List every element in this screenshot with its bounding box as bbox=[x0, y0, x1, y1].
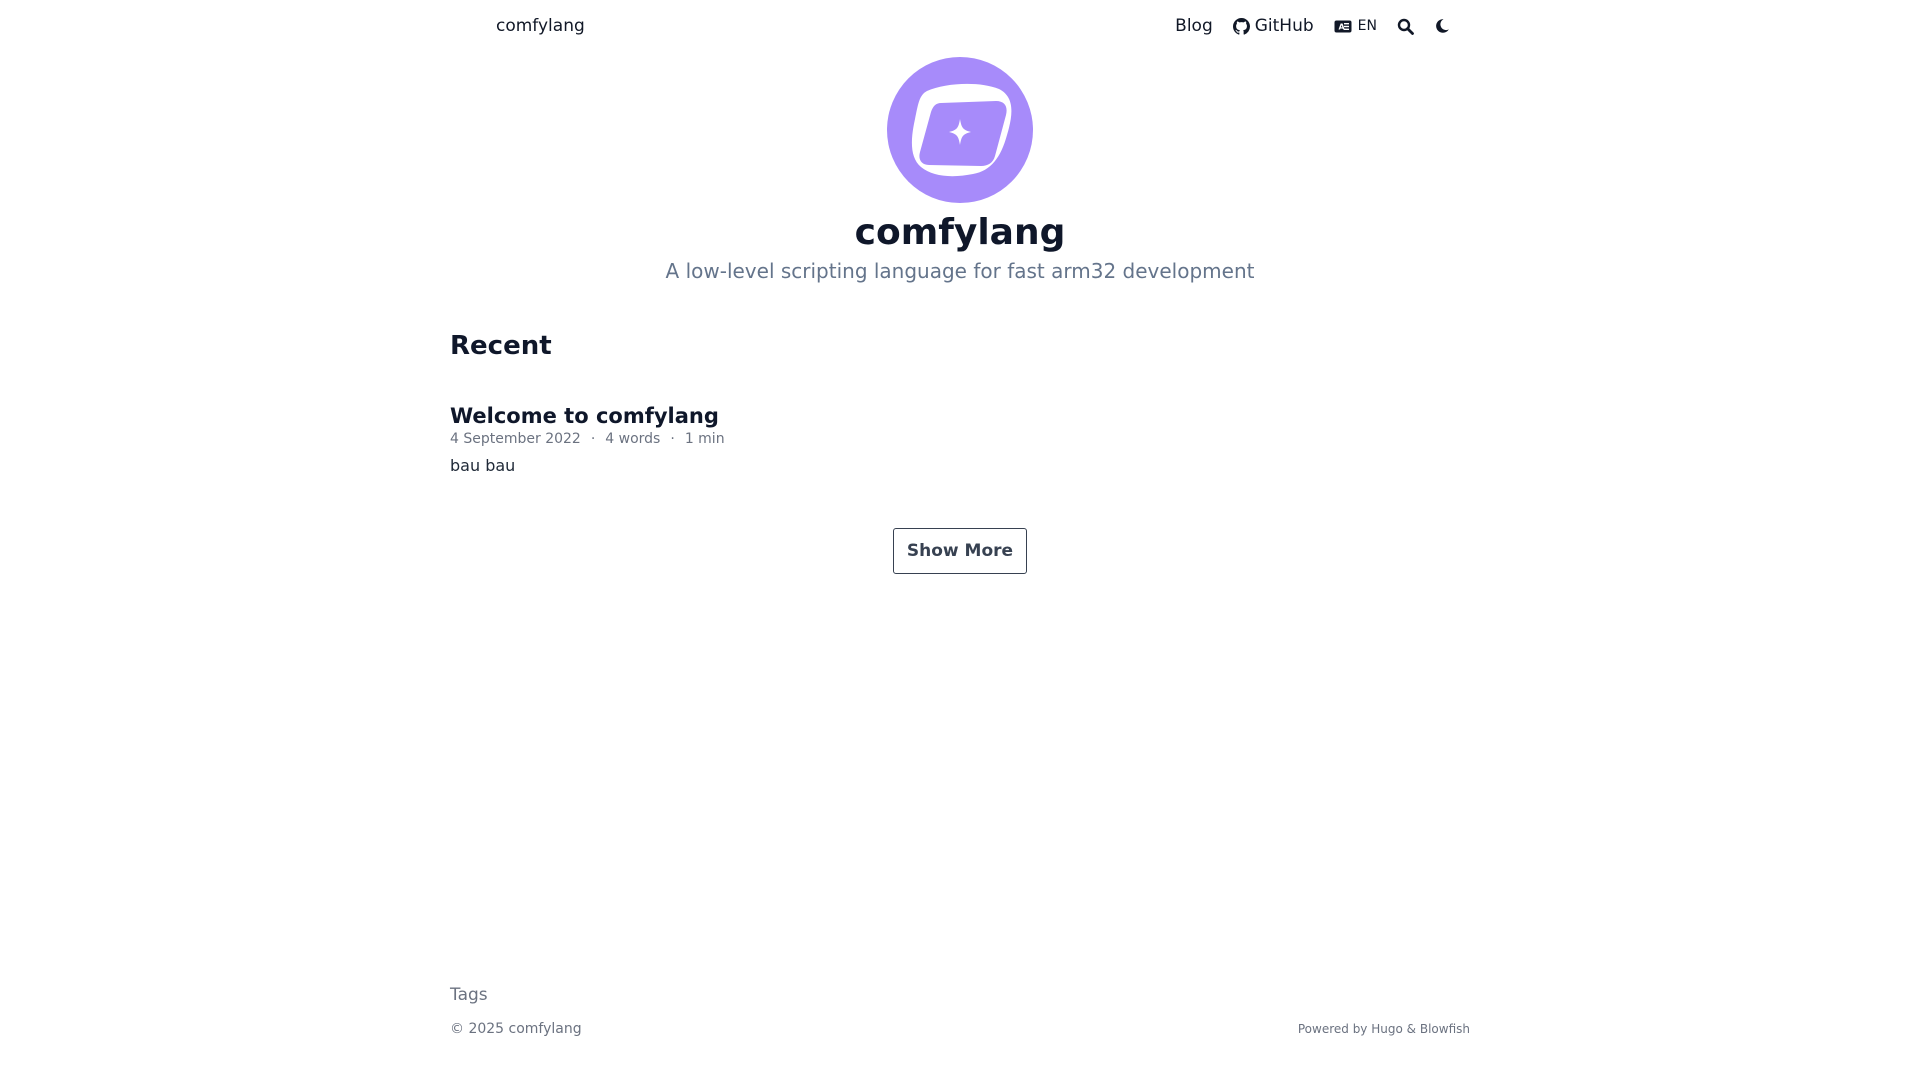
show-more-container: Show More bbox=[0, 528, 1920, 574]
article-meta: 4 September 2022 · 4 words · 1 min bbox=[450, 431, 1480, 447]
translate-icon: A bbox=[1334, 20, 1352, 33]
article-summary: bau bau bbox=[450, 456, 516, 475]
search-icon bbox=[1397, 18, 1414, 35]
show-more-button[interactable]: Show More bbox=[893, 528, 1027, 574]
recent-heading: Recent bbox=[450, 331, 552, 361]
nav-github-link[interactable]: GitHub bbox=[1232, 16, 1314, 36]
powered-amp: & bbox=[1406, 1022, 1417, 1036]
powered-prefix: Powered by bbox=[1297, 1022, 1368, 1036]
site-subtitle: A low-level scripting language for fast … bbox=[665, 259, 1255, 283]
nav-blog-label: Blog bbox=[1175, 16, 1213, 36]
powered-by: Powered by Hugo & Blowfish bbox=[1298, 1022, 1470, 1036]
footer-tags-link[interactable]: Tags bbox=[450, 985, 488, 1005]
copyright: © 2025 comfylang bbox=[450, 1021, 582, 1037]
article-word-count: 4 words bbox=[605, 431, 661, 447]
article-title-link[interactable]: Welcome to comfylang bbox=[450, 402, 719, 430]
search-button[interactable] bbox=[1397, 18, 1414, 35]
language-label: EN bbox=[1357, 18, 1377, 34]
footer-bottom: © 2025 comfylang Powered by Hugo & Blowf… bbox=[450, 1021, 1480, 1037]
meta-separator: · bbox=[590, 431, 596, 447]
article-date: 4 September 2022 bbox=[450, 431, 581, 447]
article-reading-time: 1 min bbox=[684, 431, 725, 447]
brand-link[interactable]: comfylang bbox=[496, 16, 585, 36]
blowfish-link[interactable]: Blowfish bbox=[1420, 1022, 1470, 1036]
nav-blog-link[interactable]: Blog bbox=[1175, 16, 1213, 36]
hugo-link[interactable]: Hugo bbox=[1371, 1022, 1403, 1036]
language-switcher[interactable]: A EN bbox=[1334, 18, 1377, 34]
site-title: comfylang bbox=[854, 212, 1066, 253]
site-footer: Tags © 2025 comfylang Powered by Hugo & … bbox=[450, 985, 1480, 1037]
site-logo bbox=[887, 57, 1033, 203]
hero: comfylang A low-level scripting language… bbox=[0, 57, 1920, 285]
github-icon bbox=[1232, 17, 1250, 35]
nav-github-label: GitHub bbox=[1254, 16, 1314, 36]
main-nav: Blog GitHub A EN bbox=[1175, 16, 1450, 36]
moon-icon bbox=[1434, 18, 1450, 34]
meta-separator: · bbox=[670, 431, 675, 447]
theme-toggle-button[interactable] bbox=[1434, 18, 1450, 34]
article-item: Welcome to comfylang 4 September 2022 · … bbox=[450, 402, 1480, 475]
main-content: Recent Welcome to comfylang 4 September … bbox=[450, 328, 1480, 475]
site-header: comfylang Blog GitHub A EN bbox=[450, 0, 1470, 52]
